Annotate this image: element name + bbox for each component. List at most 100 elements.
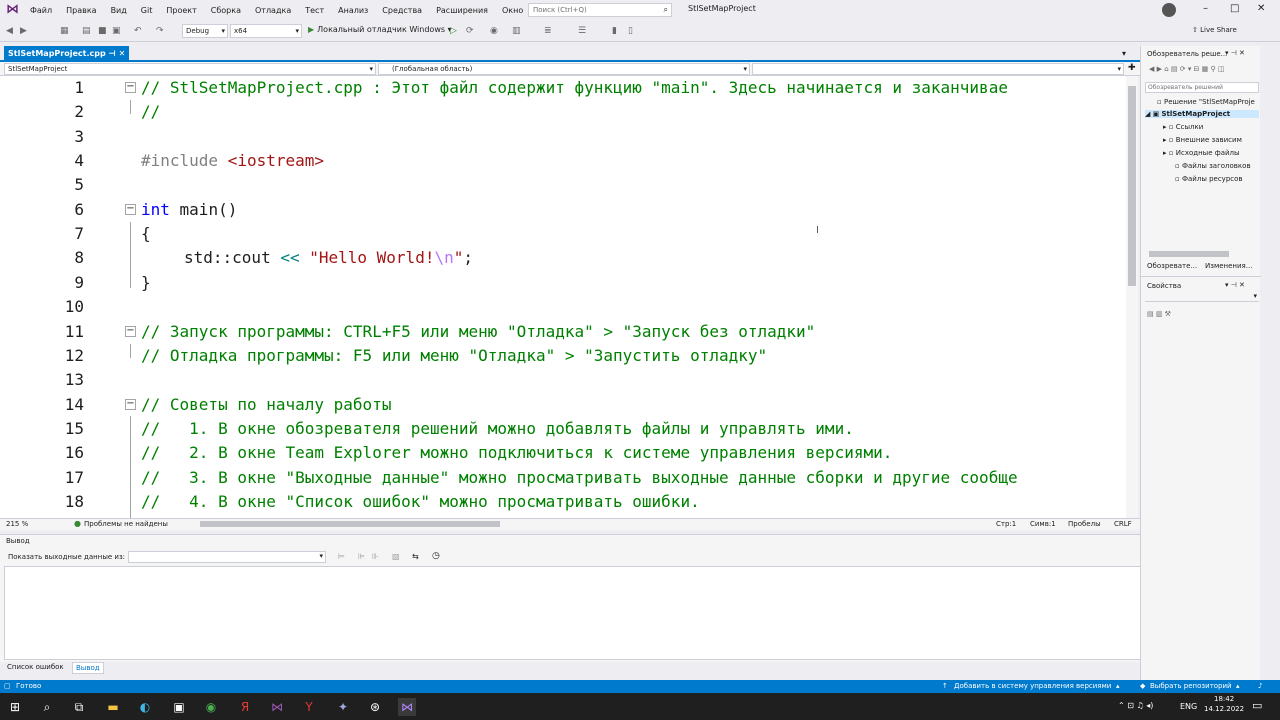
chrome-icon[interactable]: ◉: [202, 698, 220, 716]
code-line[interactable]: 11 −// Запуск программы: CTRL+F5 или меню…: [0, 320, 1126, 344]
collapse-icon[interactable]: −: [125, 203, 136, 215]
code-line[interactable]: 9}: [0, 271, 1126, 295]
avatar[interactable]: [1162, 3, 1176, 17]
language-indicator[interactable]: ENG: [1180, 702, 1197, 711]
solution-search-input[interactable]: Обозреватель решений: [1145, 82, 1259, 93]
search-box[interactable]: Поиск (Ctrl+Q) ⌕: [528, 3, 672, 17]
tab-git-changes[interactable]: Изменения...: [1205, 262, 1252, 270]
code-line[interactable]: 2 //: [0, 100, 1126, 124]
code-line[interactable]: 17 // 3. В окне "Выходные данные" можно п…: [0, 466, 1126, 490]
camera-icon[interactable]: ◉: [490, 26, 498, 36]
bookmark-icon[interactable]: ▮: [612, 26, 617, 36]
tab-solution-explorer[interactable]: Обозревате...: [1147, 262, 1197, 270]
app-icon[interactable]: ✦: [334, 698, 352, 716]
line-number[interactable]: Стр:1: [996, 520, 1016, 528]
line-ending[interactable]: CRLF: [1114, 520, 1132, 528]
tree-item-header-files[interactable]: ▫ Файлы заголовков: [1175, 162, 1251, 170]
collapse-icon[interactable]: −: [125, 325, 136, 337]
code-line[interactable]: 15 // 1. В окне обозревателя решений можн…: [0, 417, 1126, 441]
solution-toolbar[interactable]: ◀ ▶ ⌂ ▤ ⟳ ▾ ⊟ ▦ ⚲ ◫: [1149, 65, 1224, 73]
problems-status[interactable]: Проблемы не найдены: [84, 520, 168, 528]
collapse-icon[interactable]: −: [125, 398, 136, 410]
menu-item-2[interactable]: Вид: [111, 6, 127, 15]
clock-icon[interactable]: ◷: [432, 551, 440, 561]
code-line[interactable]: 4 #include <iostream>: [0, 149, 1126, 173]
code-line[interactable]: 7{: [0, 222, 1126, 246]
code-line[interactable]: 18 // 4. В окне "Список ошибок" можно про…: [0, 490, 1126, 514]
code-line[interactable]: 6 − int main(): [0, 198, 1126, 222]
bookmark-prev-icon[interactable]: ▯: [628, 26, 633, 36]
editor-horizontal-scroll-thumb[interactable]: [200, 521, 500, 527]
indent-icon[interactable]: ☰: [578, 26, 586, 36]
zoom-level[interactable]: 215 %: [6, 520, 28, 528]
panel-controls[interactable]: ▾ ⊣ ✕: [1225, 49, 1245, 57]
search-icon[interactable]: ⌕: [38, 698, 56, 716]
code-editor[interactable]: 1−// StlSetMapProject.cpp : Этот файл со…: [0, 76, 1126, 518]
close-tab-icon[interactable]: ✕: [119, 49, 126, 58]
menu-item-7[interactable]: Тест: [305, 6, 324, 15]
next-message-icon[interactable]: ⊪: [372, 552, 379, 561]
code-line[interactable]: 8 std::cout << "Hello World!\n";: [0, 246, 1126, 270]
prev-message-icon[interactable]: ⊫: [358, 552, 365, 561]
tree-item-source-files[interactable]: ▸ ▫ Исходные файлы: [1163, 149, 1240, 157]
maximize-icon[interactable]: □: [1230, 3, 1239, 14]
forward-icon[interactable]: ▶: [20, 26, 27, 36]
indent-mode[interactable]: Пробелы: [1068, 520, 1101, 528]
minimize-icon[interactable]: –: [1203, 3, 1208, 14]
properties-object-select[interactable]: ▾: [1145, 292, 1259, 302]
code-line[interactable]: 13: [0, 368, 1126, 392]
chevron-down-icon[interactable]: ▾: [1122, 49, 1126, 58]
tree-item-solution[interactable]: ▫ Решение "StlSetMapProje: [1157, 98, 1255, 106]
visual-studio-active-icon[interactable]: ⋈: [398, 698, 416, 716]
split-icon[interactable]: ✚: [1128, 63, 1136, 73]
code-line[interactable]: 3: [0, 125, 1126, 149]
code-line[interactable]: 5: [0, 173, 1126, 197]
solution-horizontal-scroll-thumb[interactable]: [1149, 251, 1229, 257]
redo-icon[interactable]: ↷: [156, 26, 164, 36]
menu-item-4[interactable]: Проект: [166, 6, 196, 15]
yandex-icon[interactable]: Я: [236, 698, 254, 716]
menu-item-10[interactable]: Расширения: [436, 6, 488, 15]
clear-icon[interactable]: ▧: [392, 552, 400, 561]
bell-icon[interactable]: ♪: [1258, 682, 1262, 690]
menu-item-8[interactable]: Анализ: [338, 6, 368, 15]
clock-time[interactable]: 18:42: [1214, 695, 1234, 703]
nav-scope-select[interactable]: (Глобальная область) ▾: [378, 63, 750, 75]
tree-item-external-deps[interactable]: ▸ ▫ Внешние зависим: [1163, 136, 1242, 144]
undo-icon[interactable]: ↶: [134, 26, 142, 36]
menu-item-6[interactable]: Отладка: [255, 6, 291, 15]
output-text-area[interactable]: [4, 566, 1260, 660]
tab-output[interactable]: Вывод: [72, 662, 104, 674]
panel-controls[interactable]: ▾ ⊣ ✕: [1225, 281, 1245, 289]
column-number[interactable]: Симв:1: [1030, 520, 1056, 528]
back-icon[interactable]: ◀: [6, 26, 13, 36]
notifications-icon[interactable]: ▭: [1252, 699, 1262, 712]
new-project-icon[interactable]: ▦: [60, 26, 69, 36]
config-select[interactable]: Debug ▾: [182, 24, 228, 38]
code-line[interactable]: 10: [0, 295, 1126, 319]
menu-item-0[interactable]: Файл: [30, 6, 52, 15]
menu-item-11[interactable]: Окно: [502, 6, 523, 15]
code-line[interactable]: 14 −// Советы по началу работы: [0, 393, 1126, 417]
word-wrap-icon[interactable]: ⇆: [412, 552, 419, 561]
tree-item-resource-files[interactable]: ▫ Файлы ресурсов: [1175, 175, 1243, 183]
platform-select[interactable]: x64 ▾: [230, 24, 302, 38]
tab-error-list[interactable]: Список ошибок: [4, 662, 67, 672]
system-tray-icons[interactable]: ⌃ ⊡ ♫ ◂): [1118, 701, 1153, 710]
nav-project-select[interactable]: StlSetMapProject ▾: [4, 63, 376, 75]
code-line[interactable]: 16 // 2. В окне Team Explorer можно подкл…: [0, 441, 1126, 465]
run-debugger-button[interactable]: ▶ Локальный отладчик Windows ▾: [308, 25, 452, 34]
file-explorer-icon[interactable]: ▬: [104, 698, 122, 716]
collapse-icon[interactable]: −: [125, 82, 136, 93]
menu-item-1[interactable]: Правка: [66, 6, 96, 15]
tree-item-project[interactable]: ◢ ▣ StlSetMapProject: [1145, 110, 1259, 118]
close-icon[interactable]: ✕: [1257, 3, 1265, 14]
store-icon[interactable]: ▣: [170, 698, 188, 716]
select-repo-button[interactable]: Выбрать репозиторий: [1150, 682, 1232, 690]
editor-vertical-scroll-thumb[interactable]: [1128, 86, 1136, 286]
menu-item-9[interactable]: Средства: [382, 6, 422, 15]
save-all-icon[interactable]: ▣: [112, 26, 121, 36]
windows-start-icon[interactable]: ⊞: [6, 698, 24, 716]
menu-item-3[interactable]: Git: [141, 6, 153, 15]
hot-reload-icon[interactable]: ⟳: [466, 26, 474, 36]
